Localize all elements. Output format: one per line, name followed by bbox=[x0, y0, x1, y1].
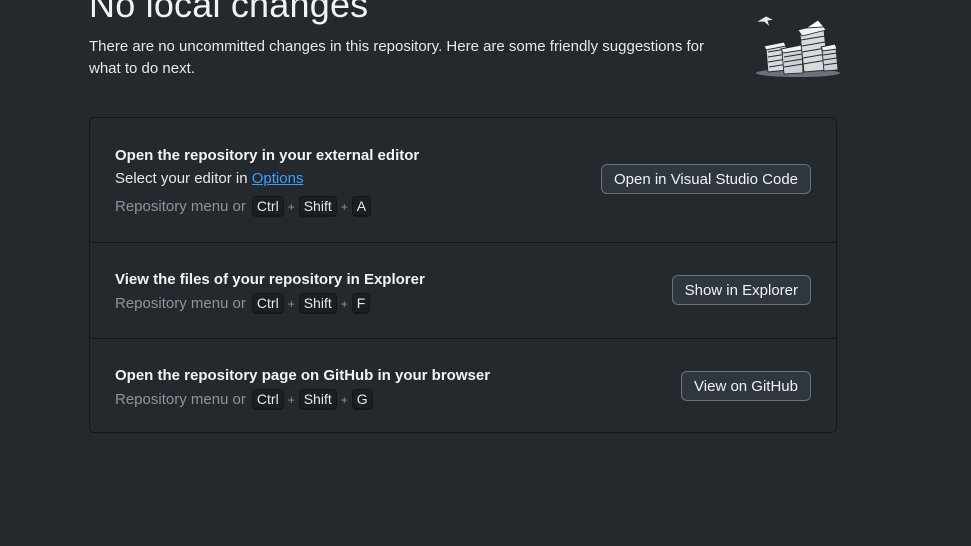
key-shift: Shift bbox=[298, 196, 337, 217]
show-in-explorer-button[interactable]: Show in Explorer bbox=[671, 275, 811, 305]
suggestion-title: View the files of your repository in Exp… bbox=[115, 271, 425, 288]
key-ctrl: Ctrl bbox=[251, 293, 284, 314]
open-in-vscode-button[interactable]: Open in Visual Studio Code bbox=[600, 164, 811, 194]
key-shift: Shift bbox=[298, 293, 337, 314]
plus-separator: + bbox=[287, 296, 295, 311]
suggestion-github: Open the repository page on GitHub in yo… bbox=[90, 339, 836, 433]
shortcut-prefix: Repository menu or bbox=[115, 198, 246, 215]
plus-separator: + bbox=[340, 392, 348, 407]
key-ctrl: Ctrl bbox=[251, 196, 284, 217]
key-g: G bbox=[351, 389, 373, 410]
shortcut-prefix: Repository menu or bbox=[115, 391, 246, 408]
suggestion-title: Open the repository in your external edi… bbox=[115, 147, 420, 164]
plus-separator: + bbox=[340, 199, 348, 214]
key-shift: Shift bbox=[298, 389, 337, 410]
page-title: No local changes bbox=[89, 0, 369, 25]
suggestion-external-editor: Open the repository in your external edi… bbox=[90, 118, 836, 242]
options-link[interactable]: Options bbox=[252, 170, 304, 187]
no-changes-page: No local changes There are no uncommitte… bbox=[0, 0, 971, 546]
keyboard-shortcut: Repository menu or Ctrl + Shift + A bbox=[115, 196, 373, 217]
suggestion-title: Open the repository page on GitHub in yo… bbox=[115, 367, 491, 384]
suggestions-card: Open the repository in your external edi… bbox=[89, 117, 837, 433]
plus-separator: + bbox=[340, 296, 348, 311]
page-subtitle: There are no uncommitted changes in this… bbox=[89, 38, 705, 77]
key-ctrl: Ctrl bbox=[251, 389, 284, 410]
keyboard-shortcut: Repository menu or Ctrl + Shift + G bbox=[115, 389, 375, 410]
suggestion-explorer: View the files of your repository in Exp… bbox=[90, 243, 836, 338]
plus-separator: + bbox=[287, 199, 295, 214]
view-on-github-button[interactable]: View on GitHub bbox=[681, 371, 811, 401]
description-text: Select your editor in bbox=[115, 170, 252, 187]
key-f: F bbox=[351, 293, 371, 314]
shortcut-prefix: Repository menu or bbox=[115, 295, 246, 312]
keyboard-shortcut: Repository menu or Ctrl + Shift + F bbox=[115, 293, 372, 314]
suggestion-description: Select your editor in Options bbox=[115, 170, 303, 187]
paper-stacks-illustration-icon bbox=[754, 15, 840, 77]
plus-separator: + bbox=[287, 392, 295, 407]
key-a: A bbox=[351, 196, 372, 217]
